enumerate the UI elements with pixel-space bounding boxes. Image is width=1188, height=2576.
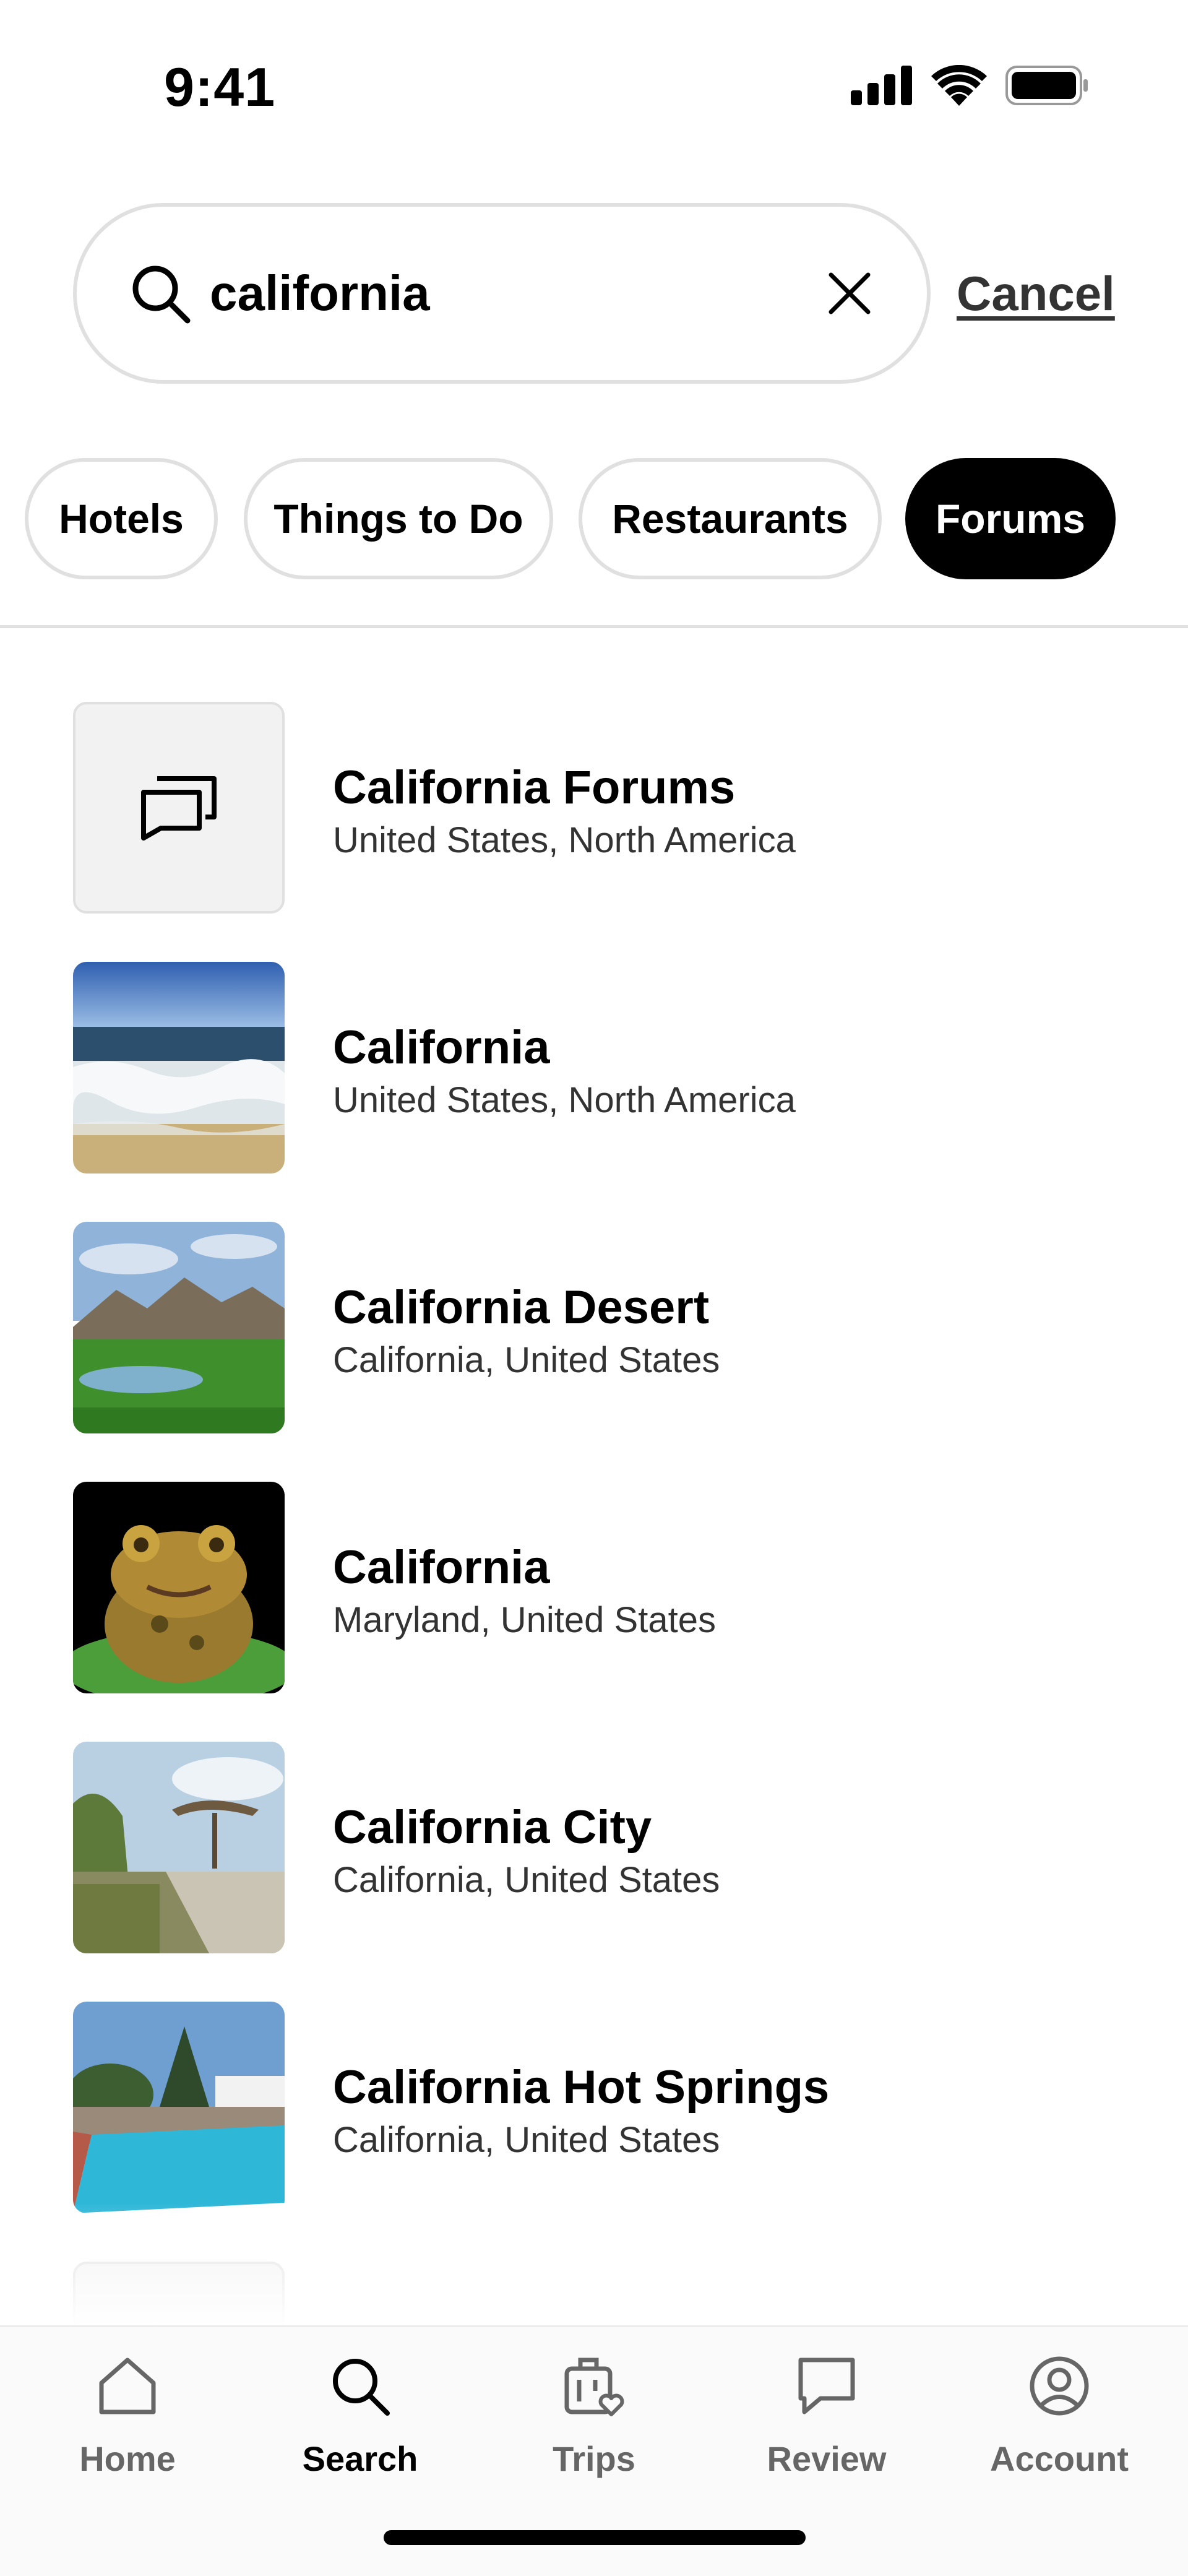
thumbnail [73,702,285,914]
tab-review[interactable]: Review [734,2352,919,2500]
tab-home[interactable]: Home [35,2352,220,2500]
search-icon [132,266,191,324]
filter-chips: Hotels Things to Do Restaurants Forums [0,458,1188,579]
home-indicator [384,2530,806,2545]
bottom-tab-bar: Home Search Trips Review Account [0,2325,1188,2576]
result-title: California Forums [333,761,736,814]
home-icon [93,2352,161,2420]
chip-restaurants[interactable]: Restaurants [579,458,882,579]
tab-account[interactable]: Account [966,2352,1152,2500]
result-subtitle: Maryland, United States [333,1600,716,1640]
close-icon[interactable] [822,266,877,321]
ocean-beach-photo [73,962,285,1173]
search-icon [326,2352,394,2420]
battery-icon [1005,66,1088,105]
list-item[interactable]: California United States, North America [0,962,1188,1173]
chip-forums[interactable]: Forums [905,458,1116,579]
chip-things-to-do[interactable]: Things to Do [244,458,553,579]
search-row: california Cancel [0,203,1188,384]
speech-bubble-icon [793,2352,861,2420]
status-time: 9:41 [164,56,276,118]
tab-label: Account [990,2439,1129,2478]
list-item[interactable]: California Forums United States, North A… [0,702,1188,914]
result-title: California [333,1021,550,1074]
list-fade [0,2203,1188,2327]
wifi-icon [931,65,987,106]
status-bar: 9:41 [0,0,1188,173]
list-item[interactable]: California Maryland, United States [0,1482,1188,1693]
result-subtitle: California, United States [333,1340,720,1380]
park-structure-photo [73,1742,285,1953]
user-circle-icon [1025,2352,1093,2420]
tab-label: Home [79,2439,176,2478]
search-input[interactable]: california [73,203,931,384]
result-subtitle: United States, North America [333,1080,796,1120]
mountain-golf-photo [73,1222,285,1433]
result-subtitle: California, United States [333,1860,720,1900]
list-item[interactable]: California City California, United State… [0,1742,1188,1953]
cancel-button[interactable]: Cancel [957,203,1115,384]
suitcase-heart-icon [560,2352,628,2420]
result-title: California [333,1541,550,1594]
search-query-text: california [210,266,430,321]
list-item[interactable]: California Hot Springs California, Unite… [0,2002,1188,2213]
tab-label: Trips [553,2439,635,2478]
result-title: California City [333,1801,652,1854]
result-subtitle: California, United States [333,2120,720,2160]
cellular-signal-icon [851,66,912,105]
result-subtitle: United States, North America [333,820,796,860]
toad-photo [73,1482,285,1693]
tab-label: Search [302,2439,418,2478]
result-title: California Hot Springs [333,2061,830,2114]
forum-icon [141,776,217,841]
list-item[interactable]: California Desert California, United Sta… [0,1222,1188,1433]
chip-hotels[interactable]: Hotels [25,458,218,579]
tab-label: Review [767,2439,887,2478]
tab-trips[interactable]: Trips [501,2352,687,2500]
status-icons [851,65,1089,106]
result-title: California Desert [333,1281,710,1334]
tab-search[interactable]: Search [267,2352,453,2500]
pool-photo [73,2002,285,2213]
divider [0,625,1188,628]
